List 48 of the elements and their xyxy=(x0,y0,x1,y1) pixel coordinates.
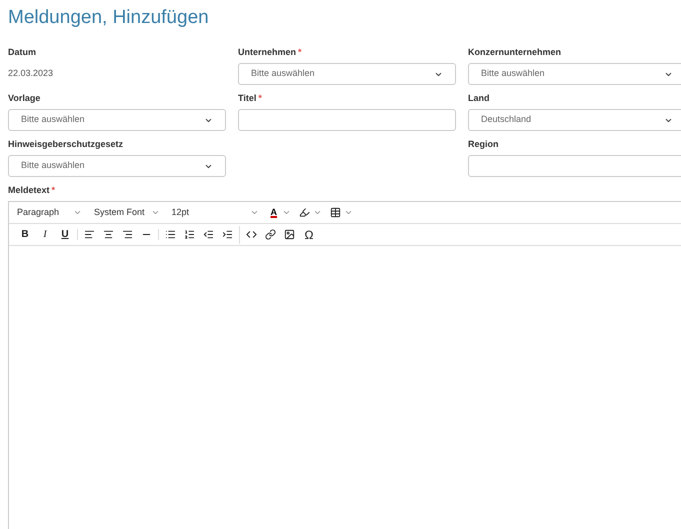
text-field[interactable] xyxy=(238,109,456,131)
select-dropdown[interactable]: Bitte auswählen xyxy=(238,63,456,85)
select-dropdown[interactable]: Bitte auswählen xyxy=(8,155,226,177)
field-label: Datum xyxy=(8,46,36,60)
code-icon[interactable] xyxy=(246,229,257,240)
toolbar-dropdown[interactable]: 12pt xyxy=(170,204,261,220)
required-asterisk: * xyxy=(298,46,302,60)
required-asterisk: * xyxy=(52,184,56,198)
chevron-icon xyxy=(73,208,82,217)
field-label: Vorlage xyxy=(8,92,40,106)
numbered-list-icon[interactable] xyxy=(184,229,195,240)
link-icon[interactable] xyxy=(265,229,276,240)
toolbar-dropdown[interactable]: Paragraph xyxy=(15,204,84,220)
field-label: Konzernunternehmen xyxy=(468,46,562,60)
outdent-icon[interactable] xyxy=(203,229,214,240)
chevron-icon xyxy=(250,208,259,217)
chevron-icon xyxy=(150,208,160,217)
format-button[interactable]: I xyxy=(36,226,54,244)
chevron-icon xyxy=(344,208,354,217)
image-icon[interactable] xyxy=(284,229,295,240)
select-dropdown[interactable]: Bitte auswählen xyxy=(8,109,226,131)
table-icon[interactable] xyxy=(330,207,342,218)
field-label: Titel xyxy=(238,92,256,106)
field-label: Meldetext xyxy=(8,184,50,198)
indent-icon[interactable] xyxy=(222,229,233,240)
bullet-list-icon[interactable] xyxy=(165,229,176,240)
rich-text-editor[interactable]: Paragraph System Font 12pt A B I U Ω xyxy=(8,201,681,529)
align-left-icon[interactable] xyxy=(84,229,95,240)
select-dropdown[interactable]: Deutschland xyxy=(468,109,681,131)
page-title: Meldungen, Hinzufügen xyxy=(8,6,210,30)
text-field[interactable] xyxy=(468,155,681,177)
field-label: Region xyxy=(468,138,498,152)
field-label: Land xyxy=(468,92,490,106)
format-button[interactable]: U xyxy=(56,226,74,244)
chevron-icon xyxy=(282,208,292,217)
align-center-icon[interactable] xyxy=(103,229,114,240)
field-label: Unternehmen xyxy=(238,46,296,60)
highlighter-icon[interactable] xyxy=(299,207,310,218)
date-value: 22.03.2023 xyxy=(8,67,54,80)
field-label: Hinweisgeberschutzgesetz xyxy=(8,138,124,152)
format-button[interactable]: Ω xyxy=(300,226,318,244)
format-button[interactable]: B xyxy=(16,226,34,244)
text-color-button[interactable]: A xyxy=(268,206,280,220)
chevron-icon xyxy=(313,208,322,217)
select-dropdown[interactable]: Bitte auswählen xyxy=(468,63,681,85)
required-asterisk: * xyxy=(258,92,262,106)
align-right-icon[interactable] xyxy=(122,229,133,240)
toolbar-dropdown[interactable]: System Font xyxy=(92,204,162,220)
